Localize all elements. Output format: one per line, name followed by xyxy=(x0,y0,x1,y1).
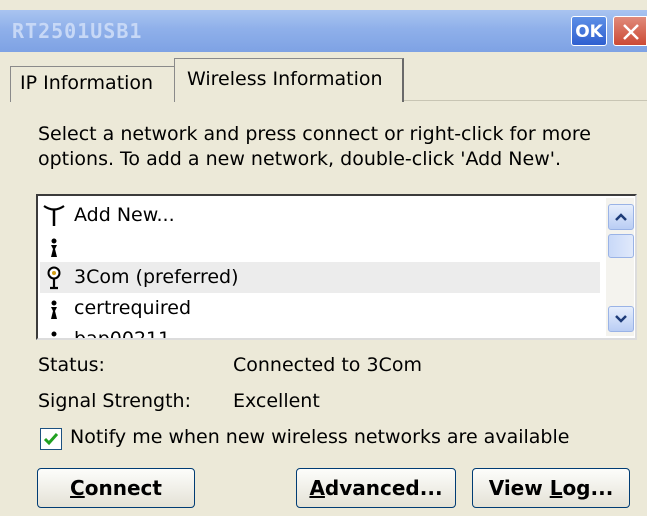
connect-label: onnect xyxy=(84,476,162,500)
close-button[interactable] xyxy=(613,16,647,46)
ok-button[interactable]: OK xyxy=(571,16,607,46)
instructions-line-1: Select a network and press connect or ri… xyxy=(38,123,591,145)
close-icon xyxy=(623,24,639,40)
scroll-down-button[interactable] xyxy=(608,306,634,332)
view-log-label-post: og... xyxy=(562,476,614,500)
advanced-label: dvanced... xyxy=(324,476,443,500)
antenna-icon xyxy=(43,205,65,226)
status-label: Status: xyxy=(38,354,105,376)
instructions-line-2: options. To add a new network, double-cl… xyxy=(38,148,561,170)
network-item-label: bap00211 xyxy=(74,324,170,338)
network-list[interactable]: Add New... 3Com (preferred) certrequired xyxy=(36,194,637,340)
network-item-3com[interactable]: 3Com (preferred) xyxy=(40,262,600,293)
advanced-button[interactable]: Advanced... xyxy=(296,468,456,508)
tab-wireless-information[interactable]: Wireless Information xyxy=(174,58,404,102)
connect-button[interactable]: Connect xyxy=(37,468,195,508)
notify-checkbox[interactable] xyxy=(40,428,62,450)
network-item-certrequired[interactable]: certrequired xyxy=(40,293,600,324)
network-item-add-new[interactable]: Add New... xyxy=(40,200,600,231)
network-list-scrollbar[interactable] xyxy=(606,198,634,336)
network-item-label: 3Com (preferred) xyxy=(74,266,239,288)
advanced-mnemonic: A xyxy=(309,476,325,500)
network-item-bap00211[interactable]: bap00211 xyxy=(40,324,600,338)
view-log-button[interactable]: View Log... xyxy=(472,468,630,508)
adhoc-network-icon xyxy=(51,300,57,319)
tab-ip-information[interactable]: IP Information xyxy=(10,66,175,102)
adhoc-network-icon xyxy=(51,238,57,257)
instructions-text: Select a network and press connect or ri… xyxy=(38,122,638,172)
title-bar: RT2501USB1 OK xyxy=(0,10,647,52)
signal-strength-label: Signal Strength: xyxy=(38,390,191,412)
scroll-up-button[interactable] xyxy=(608,204,634,230)
status-value: Connected to 3Com xyxy=(233,354,422,376)
network-item-label: certrequired xyxy=(74,297,192,319)
adhoc-network-icon xyxy=(51,331,57,337)
chevron-up-icon xyxy=(615,213,627,221)
view-log-mnemonic: L xyxy=(549,476,563,500)
preferred-network-icon xyxy=(47,266,61,290)
chevron-down-icon xyxy=(615,315,627,323)
window-title: RT2501USB1 xyxy=(12,19,143,43)
tab-divider xyxy=(404,100,647,101)
network-item-label: Add New... xyxy=(74,204,175,226)
checkmark-icon xyxy=(43,433,59,446)
network-list-items: Add New... 3Com (preferred) certrequired xyxy=(40,198,600,338)
settings-window: RT2501USB1 OK IP Information Wireless In… xyxy=(0,0,647,516)
signal-strength-value: Excellent xyxy=(233,390,320,412)
view-log-label-pre: View xyxy=(488,476,550,500)
network-item-unnamed[interactable] xyxy=(40,231,600,262)
scroll-thumb[interactable] xyxy=(608,234,634,258)
notify-label[interactable]: Notify me when new wireless networks are… xyxy=(70,426,569,448)
connect-mnemonic: C xyxy=(70,476,85,500)
